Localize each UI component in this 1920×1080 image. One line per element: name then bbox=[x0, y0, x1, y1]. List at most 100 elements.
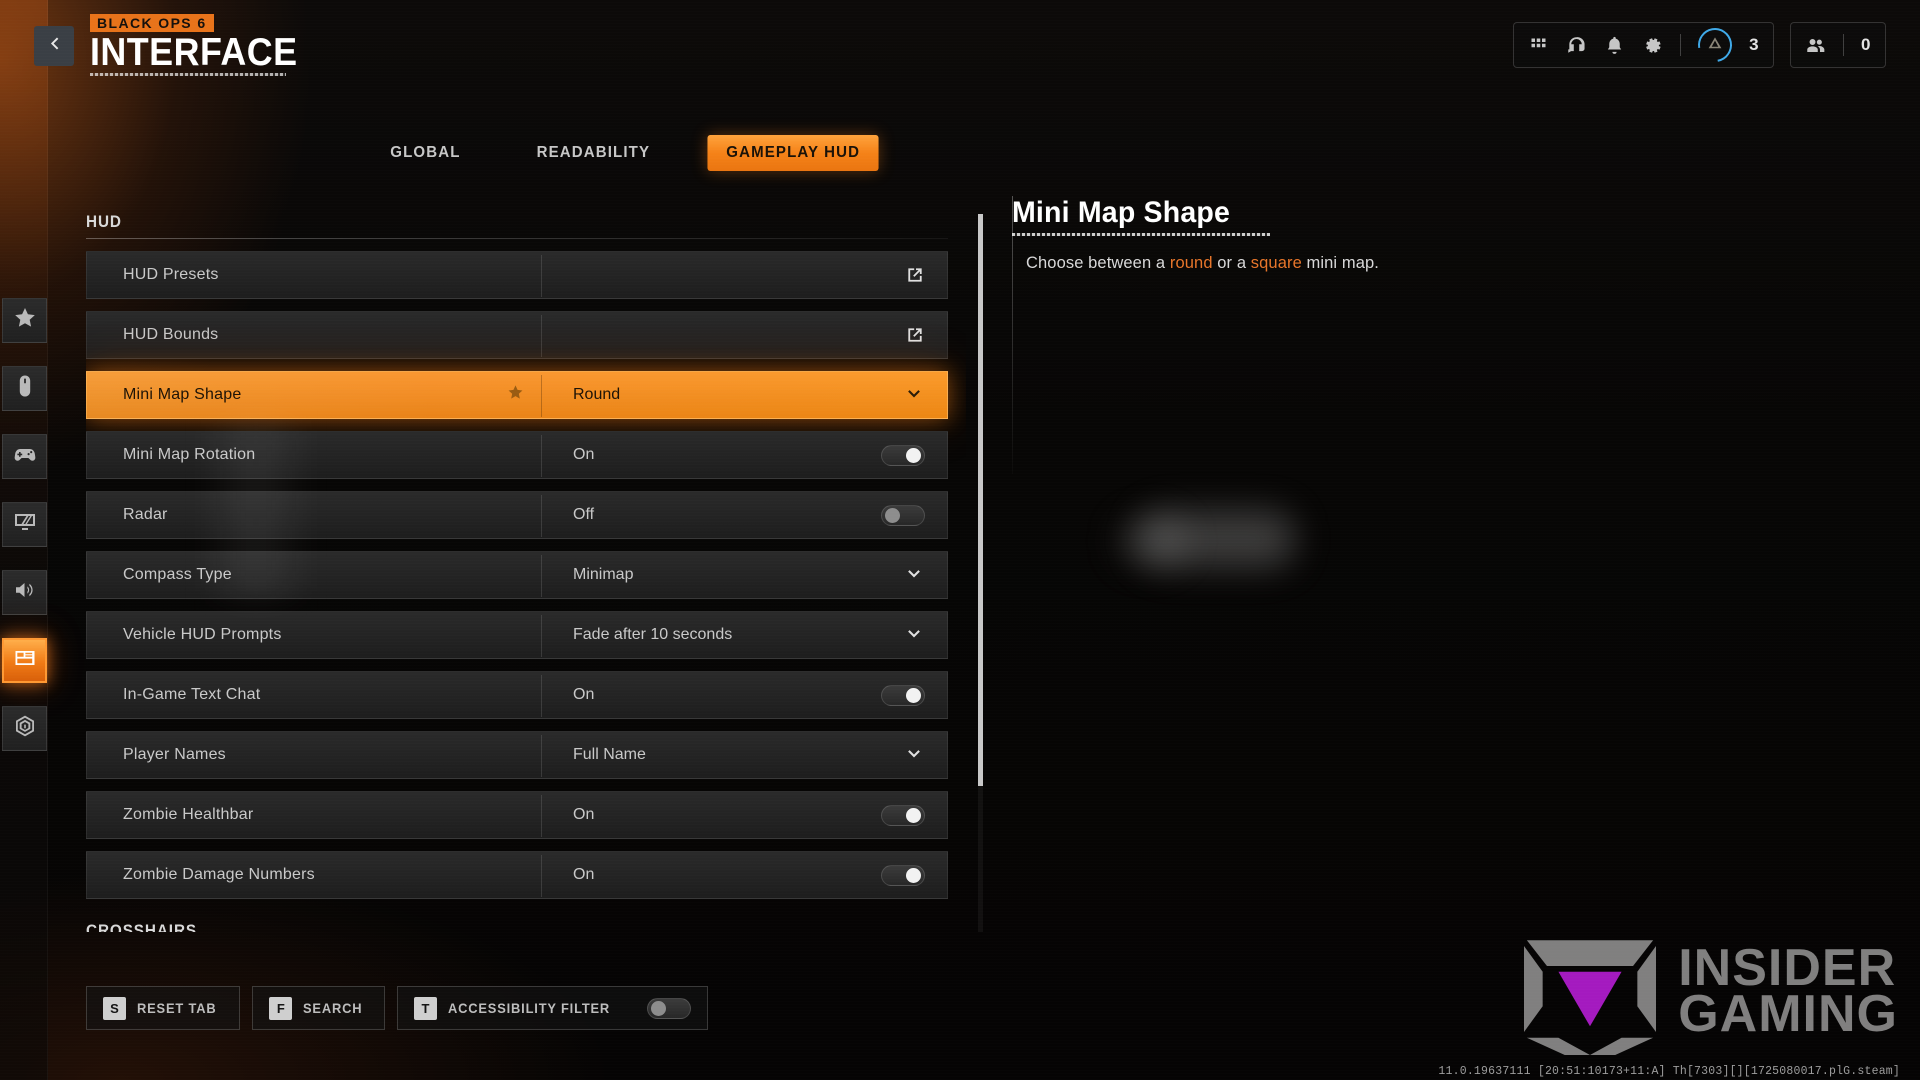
toggle-switch[interactable] bbox=[881, 804, 925, 826]
battlepass-progress[interactable] bbox=[1691, 21, 1739, 69]
battlepass-progress-ring bbox=[1691, 21, 1739, 69]
sidebar-item-audio[interactable] bbox=[2, 570, 47, 615]
watermark-line-2: GAMING bbox=[1678, 984, 1898, 1043]
detail-preview-blur bbox=[1140, 510, 1295, 568]
desc-text-mid: or a bbox=[1212, 254, 1251, 272]
toggle-switch[interactable] bbox=[881, 864, 925, 886]
reset-tab-key-hint: S bbox=[103, 996, 126, 1020]
toggle-switch[interactable] bbox=[881, 504, 925, 526]
row-column-divider bbox=[541, 375, 542, 417]
setting-row-zombie-damage-numbers[interactable]: Zombie Damage Numbers On bbox=[86, 851, 948, 899]
setting-row-mini-map-rotation[interactable]: Mini Map Rotation On bbox=[86, 431, 948, 479]
page-header: BLACK OPS 6 INTERFACE bbox=[90, 14, 316, 77]
headset-chat-icon[interactable] bbox=[1566, 35, 1587, 56]
toggle-track[interactable] bbox=[881, 864, 925, 886]
toggle-knob bbox=[906, 447, 921, 463]
row-column-divider bbox=[541, 555, 542, 597]
setting-label: Compass Type bbox=[123, 566, 232, 583]
top-right-status-bar: 3 0 bbox=[1513, 21, 1886, 69]
row-column-divider bbox=[541, 675, 542, 717]
setting-row-hud-bounds[interactable]: HUD Bounds bbox=[86, 311, 948, 359]
tab-gameplay-hud[interactable]: GAMEPLAY HUD bbox=[706, 135, 879, 171]
speaker-audio-icon bbox=[13, 578, 37, 607]
toggle-knob bbox=[906, 867, 921, 883]
chevron-down-icon[interactable] bbox=[903, 564, 925, 586]
toggle-switch[interactable] bbox=[881, 684, 925, 706]
settings-scrollbar-thumb[interactable] bbox=[978, 214, 983, 786]
toggle-track[interactable] bbox=[881, 804, 925, 826]
game-title-badge: BLACK OPS 6 bbox=[90, 14, 214, 32]
search-button[interactable]: F SEARCH bbox=[252, 986, 385, 1030]
toggle-track[interactable] bbox=[881, 684, 925, 706]
chevron-down-icon[interactable] bbox=[903, 624, 925, 646]
friends-people-icon[interactable] bbox=[1805, 35, 1826, 56]
toggle-track[interactable] bbox=[881, 444, 925, 466]
bottom-action-bar: S RESET TAB F SEARCH T ACCESSIBILITY FIL… bbox=[86, 986, 709, 1030]
monitor-graphics-icon bbox=[13, 510, 37, 539]
toggle-track[interactable] bbox=[881, 504, 925, 526]
setting-row-vehicle-hud-prompts[interactable]: Vehicle HUD Prompts Fade after 10 second… bbox=[86, 611, 948, 659]
setting-label: Zombie Damage Numbers bbox=[123, 866, 315, 883]
setting-row-mini-map-shape[interactable]: Mini Map Shape Round bbox=[86, 371, 948, 419]
tab-readability[interactable]: READABILITY bbox=[516, 135, 671, 171]
section-header-hud: HUD bbox=[86, 212, 122, 231]
tab-global[interactable]: GLOBAL bbox=[370, 135, 482, 171]
reset-tab-button[interactable]: S RESET TAB bbox=[86, 986, 241, 1030]
telemetry-radar-icon bbox=[13, 714, 37, 743]
star-favorites-icon bbox=[13, 306, 37, 335]
sidebar-item-controller[interactable] bbox=[2, 434, 47, 479]
sidebar-item-graphics[interactable] bbox=[2, 502, 47, 547]
friends-pill: 0 bbox=[1790, 22, 1886, 68]
chevron-left-icon bbox=[46, 35, 63, 57]
toggle-knob bbox=[885, 507, 900, 523]
external-link-icon[interactable] bbox=[905, 265, 925, 285]
watermark-text: INSIDER GAMING bbox=[1678, 942, 1898, 1040]
setting-label: HUD Bounds bbox=[123, 326, 219, 343]
setting-row-compass-type[interactable]: Compass Type Minimap bbox=[86, 551, 948, 599]
accessibility-key-hint: T bbox=[413, 996, 437, 1020]
battlepass-count: 3 bbox=[1749, 35, 1760, 54]
row-column-divider bbox=[541, 315, 542, 357]
setting-label: Zombie Healthbar bbox=[123, 806, 254, 823]
setting-row-hud-presets[interactable]: HUD Presets bbox=[86, 251, 948, 299]
setting-row-in-game-text-chat[interactable]: In-Game Text Chat On bbox=[86, 671, 948, 719]
row-column-divider bbox=[541, 855, 542, 897]
bell-notifications-icon[interactable] bbox=[1604, 35, 1625, 56]
title-underline-decoration bbox=[90, 73, 286, 77]
detail-panel: Mini Map Shape Choose between a round or… bbox=[1012, 196, 1772, 273]
setting-label: Radar bbox=[123, 506, 168, 523]
sidebar-item-interface[interactable] bbox=[2, 638, 47, 683]
accessibility-filter-toggle[interactable] bbox=[647, 997, 692, 1019]
accessibility-filter-label: ACCESSIBILITY FILTER bbox=[447, 1000, 611, 1016]
sidebar-item-mouse-keyboard[interactable] bbox=[2, 366, 47, 411]
toggle-switch[interactable] bbox=[881, 444, 925, 466]
mouse-keyboard-icon bbox=[13, 374, 37, 403]
bo6-settings-screen: BLACK OPS 6 INTERFACE 3 0 GLOBAL READABI… bbox=[0, 0, 1920, 1080]
build-version-string: 11.0.19637111 [20:51:10173+11:A] Th[7303… bbox=[1438, 1065, 1900, 1078]
desc-highlight-round: round bbox=[1169, 254, 1213, 272]
chevron-down-icon[interactable] bbox=[903, 384, 925, 406]
insider-gaming-watermark: INSIDER GAMING bbox=[1516, 923, 1898, 1067]
sidebar-item-telemetry[interactable] bbox=[2, 706, 47, 751]
toggle-knob bbox=[906, 687, 921, 703]
external-link-icon[interactable] bbox=[905, 325, 925, 345]
row-column-divider bbox=[541, 435, 542, 477]
sidebar-item-favorites[interactable] bbox=[2, 298, 47, 343]
apps-grid-icon[interactable] bbox=[1528, 35, 1549, 56]
chevron-down-icon[interactable] bbox=[903, 744, 925, 766]
setting-row-zombie-healthbar[interactable]: Zombie Healthbar On bbox=[86, 791, 948, 839]
gear-settings-icon[interactable] bbox=[1642, 35, 1663, 56]
setting-value: Minimap bbox=[573, 566, 634, 583]
setting-row-radar[interactable]: Radar Off bbox=[86, 491, 948, 539]
search-key-hint: F bbox=[269, 996, 293, 1020]
row-column-divider bbox=[541, 255, 542, 297]
accessibility-filter-button[interactable]: T ACCESSIBILITY FILTER bbox=[396, 986, 709, 1030]
controller-gamepad-icon bbox=[13, 442, 37, 471]
setting-row-player-names[interactable]: Player Names Full Name bbox=[86, 731, 948, 779]
back-button[interactable] bbox=[34, 26, 74, 66]
setting-value: Fade after 10 seconds bbox=[573, 626, 733, 643]
favorite-star-icon[interactable] bbox=[507, 384, 524, 406]
pill-separator bbox=[1843, 34, 1845, 56]
toggle-knob bbox=[651, 1000, 667, 1016]
setting-label: Vehicle HUD Prompts bbox=[123, 626, 282, 643]
